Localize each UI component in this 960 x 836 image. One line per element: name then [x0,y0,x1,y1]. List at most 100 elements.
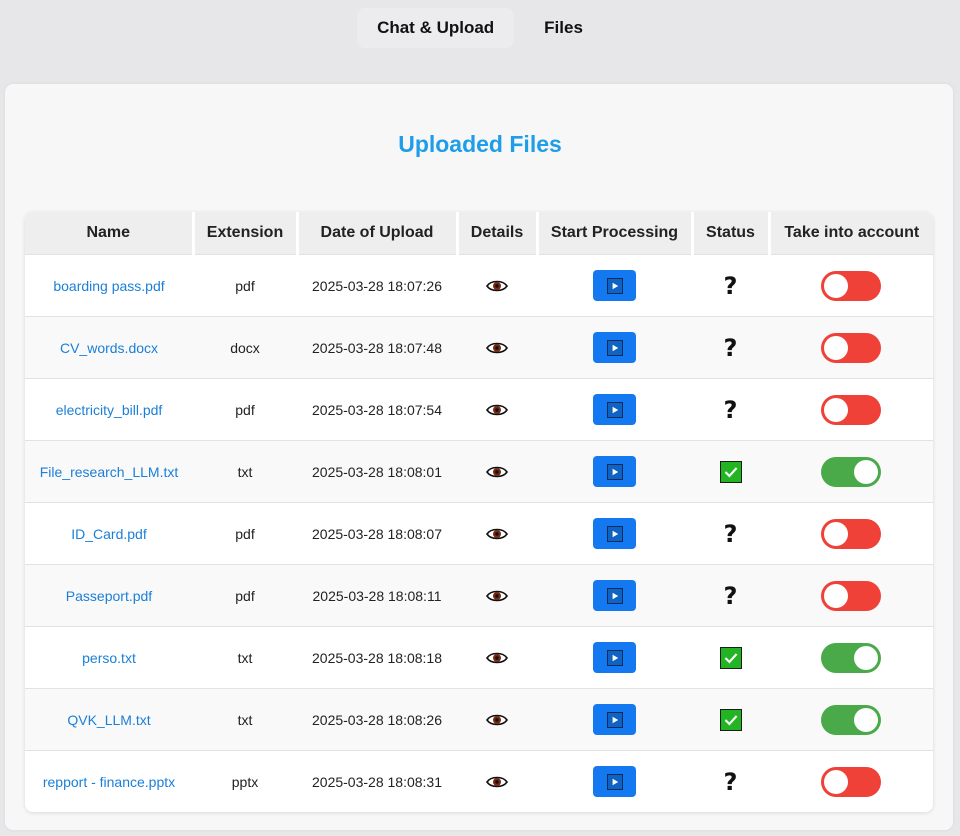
cell-start-processing [537,688,692,751]
file-name-link[interactable]: perso.txt [82,650,136,666]
toggle-knob [824,397,848,422]
eye-icon[interactable] [486,588,508,604]
cell-details [457,564,537,627]
cell-date: 2025-03-28 18:08:31 [297,750,457,812]
column-header-name[interactable]: Name [25,212,195,255]
take-into-account-toggle[interactable] [821,704,881,735]
cell-extension: txt [193,626,297,689]
play-icon [606,773,623,790]
eye-icon[interactable] [486,774,508,790]
file-name-link[interactable]: ID_Card.pdf [71,526,146,542]
check-mark-icon [719,708,742,731]
cell-extension: txt [193,440,297,503]
column-header-extension[interactable]: Extension [193,212,299,255]
cell-name: File_research_LLM.txt [25,440,193,503]
file-name-link[interactable]: Passeport.pdf [66,588,152,604]
cell-take-into-account [769,440,933,503]
take-into-account-toggle[interactable] [821,332,881,363]
tab-files[interactable]: Files [524,8,603,48]
table-row: QVK_LLM.txt txt 2025-03-28 18:08:26 [25,688,933,751]
eye-icon[interactable] [486,526,508,542]
toggle-knob [854,645,878,670]
play-icon [606,401,623,418]
start-processing-button[interactable] [593,456,636,487]
file-name-link[interactable]: QVK_LLM.txt [67,712,150,728]
tab-chat-upload[interactable]: Chat & Upload [357,8,515,48]
question-mark-icon: ? [723,519,738,548]
cell-start-processing [537,502,692,565]
eye-icon[interactable] [486,340,508,356]
cell-start-processing [537,254,692,317]
eye-icon[interactable] [486,402,508,418]
cell-date: 2025-03-28 18:08:01 [297,440,457,503]
cell-name: CV_words.docx [25,316,193,379]
start-processing-button[interactable] [593,518,636,549]
toggle-knob [854,707,878,732]
take-into-account-toggle[interactable] [821,270,881,301]
page-title: Uploaded Files [398,131,562,157]
eye-icon[interactable] [486,278,508,294]
take-into-account-toggle[interactable] [821,456,881,487]
cell-start-processing [537,378,692,441]
cell-details [457,378,537,441]
start-processing-button[interactable] [593,270,636,301]
cell-name: Passeport.pdf [25,564,193,627]
table-row: repport - finance.pptx pptx 2025-03-28 18:… [25,750,933,812]
take-into-account-toggle[interactable] [821,642,881,673]
cell-start-processing [537,626,692,689]
file-name-link[interactable]: repport - finance.pptx [43,774,175,790]
cell-date: 2025-03-28 18:07:26 [297,254,457,317]
play-icon [606,711,623,728]
column-header-details[interactable]: Details [457,212,539,255]
cell-start-processing [537,564,692,627]
toggle-knob [824,335,848,360]
table-row: CV_words.docx docx 2025-03-28 18:07:48? [25,316,933,379]
play-icon [606,649,623,666]
start-processing-button[interactable] [593,580,636,611]
cell-extension: pdf [193,502,297,565]
take-into-account-toggle[interactable] [821,394,881,425]
start-processing-button[interactable] [593,766,636,797]
cell-details [457,316,537,379]
column-header-take-into-account[interactable]: Take into account [769,212,933,255]
files-table: Name Extension Date of Upload Details St… [25,212,933,812]
cell-status: ? [692,378,769,441]
table-row: Passeport.pdf pdf 2025-03-28 18:08:11? [25,564,933,627]
cell-take-into-account [769,316,933,379]
cell-extension: txt [193,688,297,751]
play-icon [606,463,623,480]
cell-name: repport - finance.pptx [25,750,193,812]
eye-icon[interactable] [486,712,508,728]
column-header-date[interactable]: Date of Upload [297,212,459,255]
take-into-account-toggle[interactable] [821,580,881,611]
column-header-start-processing[interactable]: Start Processing [537,212,694,255]
eye-icon[interactable] [486,650,508,666]
question-mark-icon: ? [723,333,738,362]
cell-extension: pdf [193,564,297,627]
file-name-link[interactable]: File_research_LLM.txt [40,464,179,480]
toggle-knob [824,521,848,546]
cell-take-into-account [769,502,933,565]
column-header-status[interactable]: Status [692,212,771,255]
take-into-account-toggle[interactable] [821,518,881,549]
cell-date: 2025-03-28 18:07:54 [297,378,457,441]
cell-details [457,254,537,317]
start-processing-button[interactable] [593,642,636,673]
cell-take-into-account [769,564,933,627]
file-name-link[interactable]: boarding pass.pdf [53,278,164,294]
start-processing-button[interactable] [593,394,636,425]
start-processing-button[interactable] [593,332,636,363]
table-row: boarding pass.pdf pdf 2025-03-28 18:07:26? [25,254,933,317]
table-row: File_research_LLM.txt txt 2025-03-28 18:08… [25,440,933,503]
cell-details [457,688,537,751]
start-processing-button[interactable] [593,704,636,735]
take-into-account-toggle[interactable] [821,766,881,797]
cell-date: 2025-03-28 18:07:48 [297,316,457,379]
cell-name: electricity_bill.pdf [25,378,193,441]
cell-name: perso.txt [25,626,193,689]
file-name-link[interactable]: electricity_bill.pdf [56,402,163,418]
file-name-link[interactable]: CV_words.docx [60,340,158,356]
cell-extension: pdf [193,254,297,317]
cell-status: ? [692,502,769,565]
eye-icon[interactable] [486,464,508,480]
